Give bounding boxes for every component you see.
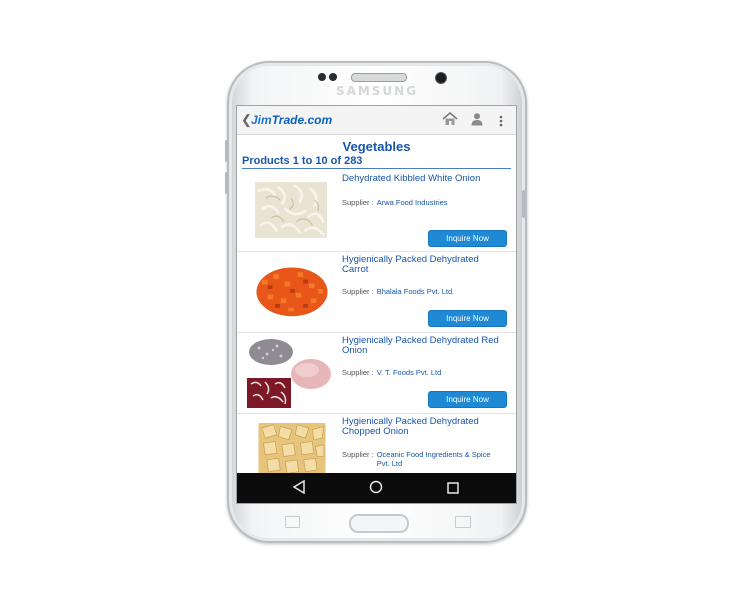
product-image-chopped-onion[interactable]: [255, 423, 329, 475]
inquire-now-button[interactable]: Inquire Now: [428, 230, 507, 247]
home-circle-icon[interactable]: [369, 480, 383, 499]
logo-text-part1: Jim: [251, 113, 272, 127]
product-card[interactable]: Hygienically Packed Dehydrated Red Onion…: [237, 332, 516, 414]
power-button[interactable]: [522, 190, 525, 218]
product-name[interactable]: Hygienically Packed Dehydrated Chopped O…: [342, 417, 507, 437]
front-camera: [435, 72, 447, 84]
volume-button[interactable]: [225, 172, 228, 194]
front-sensor: [318, 73, 326, 81]
hardware-back-key[interactable]: [455, 516, 471, 528]
product-count: Products 1 to 10 of 283: [242, 155, 363, 167]
earpiece-speaker: [351, 73, 407, 82]
back-triangle-icon[interactable]: [292, 479, 305, 499]
volume-button[interactable]: [225, 140, 228, 162]
page-title: Vegetables: [342, 139, 411, 154]
hardware-home-button[interactable]: [349, 514, 409, 533]
supplier-row: Supplier : V. T. Foods Pvt. Ltd: [342, 368, 441, 377]
supplier-row: Supplier : Oceanic Food Ingredients & Spi…: [342, 450, 497, 468]
product-card[interactable]: Dehydrated Kibbled White Onion Supplier …: [237, 170, 516, 252]
supplier-name[interactable]: V. T. Foods Pvt. Ltd: [377, 368, 442, 377]
logo-text-part2: Trade.com: [271, 113, 333, 127]
product-image-red-onion[interactable]: [245, 336, 335, 410]
home-icon[interactable]: [442, 111, 458, 131]
app-top-bar: ❮ JimTrade.com: [237, 106, 516, 135]
product-name[interactable]: Hygienically Packed Dehydrated Carrot: [342, 255, 507, 275]
phone-screen: ❮ JimTrade.com Vegetables Products 1 to …: [236, 105, 517, 504]
header-divider: [242, 168, 511, 169]
android-nav-bar: [237, 473, 516, 503]
product-image-white-onion[interactable]: [255, 180, 327, 240]
inquire-now-button[interactable]: Inquire Now: [428, 391, 507, 408]
supplier-label: Supplier :: [342, 198, 374, 207]
supplier-label: Supplier :: [342, 368, 374, 377]
supplier-name[interactable]: Oceanic Food Ingredients & Spice Pvt. Lt…: [377, 450, 497, 468]
supplier-name[interactable]: Bhalala Foods Pvt. Ltd.: [377, 287, 455, 296]
hardware-recents-key[interactable]: [285, 516, 300, 528]
supplier-label: Supplier :: [342, 287, 374, 296]
user-icon[interactable]: [470, 112, 484, 131]
product-card[interactable]: Hygienically Packed Dehydrated Carrot Su…: [237, 251, 516, 333]
supplier-name[interactable]: Arwa Food Industries: [377, 198, 448, 207]
supplier-row: Supplier : Bhalala Foods Pvt. Ltd.: [342, 287, 454, 296]
more-vert-icon[interactable]: [499, 114, 503, 132]
inquire-now-button[interactable]: Inquire Now: [428, 310, 507, 327]
supplier-label: Supplier :: [342, 450, 374, 459]
product-name[interactable]: Hygienically Packed Dehydrated Red Onion: [342, 336, 507, 356]
front-sensor: [329, 73, 337, 81]
jimtrade-logo[interactable]: JimTrade.com: [251, 113, 332, 127]
supplier-row: Supplier : Arwa Food Industries: [342, 198, 448, 207]
device-brand: SAMSUNG: [335, 84, 419, 98]
product-name[interactable]: Dehydrated Kibbled White Onion: [342, 174, 507, 184]
product-image-carrot[interactable]: [253, 261, 331, 319]
recents-square-icon[interactable]: [447, 481, 459, 499]
